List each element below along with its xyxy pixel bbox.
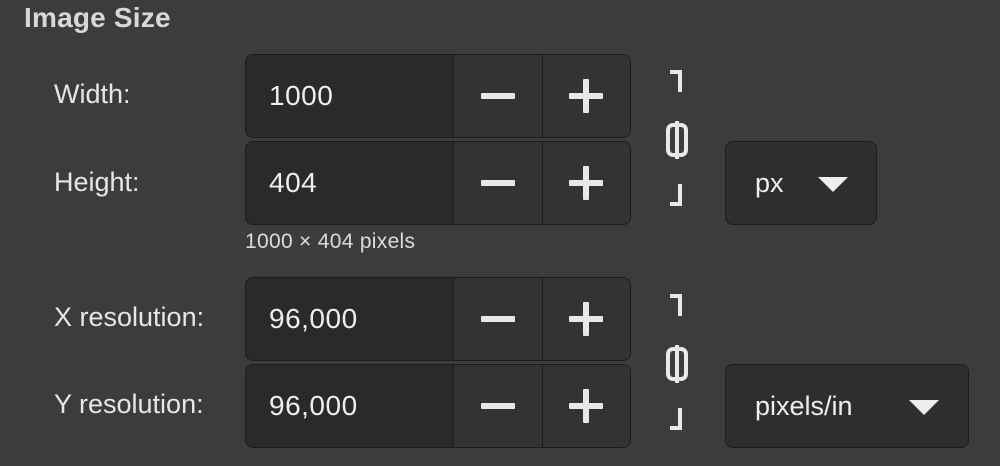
chain-link-icon [666,294,688,430]
y-resolution-field[interactable] [246,365,453,447]
x-resolution-decrement-button[interactable] [453,278,542,360]
height-decrement-button[interactable] [453,142,542,224]
width-decrement-button[interactable] [453,55,542,137]
y-resolution-label: Y resolution: [54,389,204,419]
minus-icon [480,316,515,322]
height-spinner [245,141,631,225]
size-chain-toggle[interactable] [662,68,694,213]
width-field[interactable] [246,55,453,137]
height-increment-button[interactable] [541,142,630,224]
x-resolution-field[interactable] [246,278,453,360]
width-increment-button[interactable] [541,55,630,137]
y-resolution-increment-button[interactable] [541,365,630,447]
x-resolution-label: X resolution: [54,302,205,332]
width-label: Width: [54,79,131,109]
height-field[interactable] [246,142,453,224]
plus-icon [569,79,604,113]
y-resolution-spinner [245,364,631,448]
y-resolution-decrement-button[interactable] [453,365,542,447]
resolution-unit-value: pixels/in [755,390,853,421]
size-unit-dropdown[interactable]: px [725,141,877,225]
width-spinner [245,54,631,138]
triangle-down-icon [818,177,848,192]
height-label: Height: [54,167,140,197]
plus-icon [569,166,604,200]
pixel-size-summary: 1000 × 404 pixels [245,230,416,253]
minus-icon [480,180,515,186]
section-title: Image Size [24,2,171,33]
chain-link-icon [666,70,688,206]
plus-icon [569,302,604,336]
x-resolution-spinner [245,277,631,361]
x-resolution-increment-button[interactable] [541,278,630,360]
triangle-down-icon [909,400,939,415]
resolution-chain-toggle[interactable] [662,292,694,437]
plus-icon [569,389,604,423]
size-unit-value: px [755,167,784,198]
minus-icon [480,403,515,409]
minus-icon [480,93,515,99]
resolution-unit-dropdown[interactable]: pixels/in [725,364,969,448]
